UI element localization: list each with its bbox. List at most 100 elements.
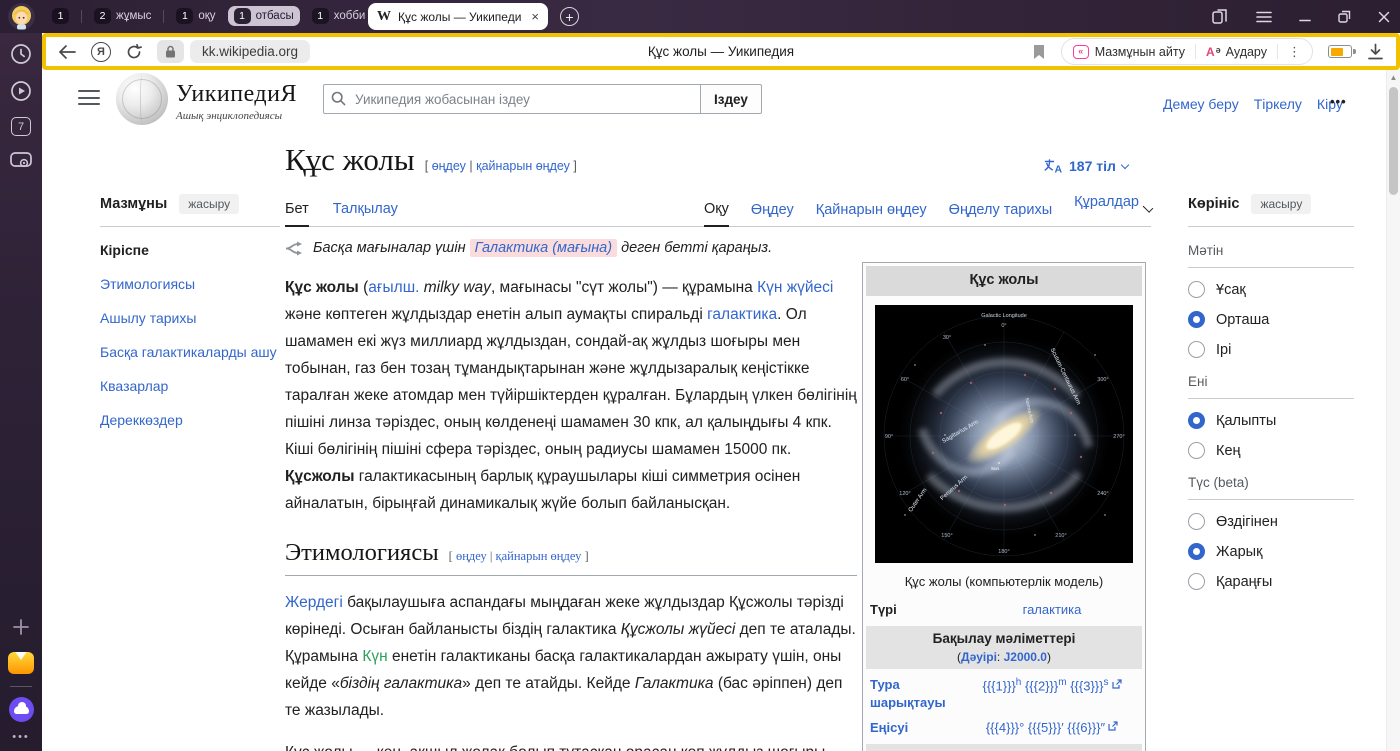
yandex-disk-icon[interactable] — [9, 697, 34, 722]
tab-history[interactable]: Өңделу тарихы — [949, 202, 1052, 226]
play-media-icon[interactable] — [10, 80, 32, 102]
tab-group-study[interactable]: 1 оқу — [170, 6, 221, 26]
minimize-icon[interactable] — [1299, 11, 1311, 23]
read-aloud-button[interactable]: « Мазмұнын айту — [1073, 45, 1185, 59]
download-icon[interactable] — [1367, 43, 1384, 60]
infobox-row-ra: Тура шарықтауы {{{1}}}h {{{2}}}m {{{3}}}… — [866, 672, 1142, 715]
wikipedia-page: УикипедиЯ Ашық энциклопедиясы Іздеу Деме… — [42, 70, 1400, 751]
hatnote-link[interactable]: Галактика (мағына) — [470, 239, 618, 257]
new-tab-button[interactable]: + — [560, 7, 579, 26]
history-clock-icon[interactable] — [10, 43, 32, 65]
close-window-icon[interactable] — [1378, 11, 1390, 23]
translate-icon: Аә — [1206, 45, 1221, 59]
radio-icon-checked — [1188, 311, 1205, 328]
radio-option-light[interactable]: Жарық — [1188, 543, 1354, 560]
translate-button[interactable]: Аә Аудару — [1206, 45, 1267, 59]
toc-item: Ашылу тарихы — [100, 308, 280, 329]
wikipedia-wordmark[interactable]: УикипедиЯ Ашық энциклопедиясы — [176, 81, 297, 122]
language-selector[interactable]: A 187 тіл — [1044, 158, 1128, 174]
wiki-link-green[interactable]: Күн — [362, 648, 387, 665]
edit-source-link[interactable]: қайнарын өңдеу — [476, 159, 570, 173]
radio-option-standard[interactable]: Қалыпты — [1188, 412, 1354, 429]
register-link[interactable]: Тіркелу — [1254, 96, 1302, 112]
search-input[interactable] — [323, 84, 701, 114]
tab-tools[interactable]: Құралдар — [1074, 194, 1151, 226]
wikipedia-logo[interactable] — [116, 73, 168, 125]
tab-close-icon[interactable]: × — [531, 9, 539, 24]
bookmark-icon[interactable] — [1032, 44, 1046, 60]
tab-talk[interactable]: Талқылау — [333, 201, 398, 226]
type-value-link[interactable]: галактика — [1023, 602, 1082, 617]
tab-read[interactable]: Оқу — [704, 201, 729, 227]
header-more-button[interactable]: ••• — [1330, 94, 1347, 109]
wiki-link[interactable]: Жердегі — [285, 594, 343, 611]
edit-source-link[interactable]: қайнарын өңдеу — [496, 549, 582, 563]
toc-item-intro[interactable]: Кіріспе — [100, 240, 280, 261]
appearance-hide-button[interactable]: жасыру — [1251, 194, 1311, 214]
donate-link[interactable]: Демеу беру — [1163, 96, 1239, 112]
epoch-value-link[interactable]: J2000.0 — [1004, 650, 1047, 664]
edit-link[interactable]: өңдеу — [432, 159, 466, 173]
lead-paragraph: Құс жолы (ағылш. milky way, мағынасы "сү… — [285, 274, 857, 517]
wiki-link[interactable]: ағылш. — [368, 279, 419, 296]
tab-group-1[interactable]: 1 — [46, 6, 75, 26]
tab-group-work[interactable]: 2 жұмыс — [88, 6, 157, 26]
active-tab[interactable]: W Құс жолы — Уикипеди × — [368, 3, 548, 30]
svg-text:30°: 30° — [943, 335, 951, 341]
wikipedia-favicon: W — [377, 9, 391, 25]
yandex-search-icon[interactable]: Я — [91, 42, 111, 62]
radio-option-wide[interactable]: Кең — [1188, 442, 1354, 459]
site-security-badge[interactable] — [157, 40, 184, 63]
add-panel-icon[interactable] — [11, 617, 31, 637]
radio-option-small[interactable]: Ұсақ — [1188, 281, 1354, 298]
avatar-girl-icon — [8, 3, 35, 30]
wiki-link[interactable]: галактика — [707, 306, 777, 323]
restore-window-icon[interactable] — [1338, 10, 1351, 23]
ra-label-link[interactable]: Тура шарықтауы — [870, 676, 962, 711]
text-span: » деп те атайды. Кейде — [462, 675, 635, 692]
toc-item: Этимологиясы — [100, 274, 280, 295]
radio-option-large[interactable]: Ірі — [1188, 341, 1354, 358]
tab-edit-source[interactable]: Қайнарын өңдеу — [816, 202, 927, 226]
page-scrollbar[interactable]: ▲ — [1386, 70, 1400, 751]
side-panels-icon[interactable] — [1212, 9, 1229, 24]
text-span: Құсжолы жүйесі — [621, 621, 736, 638]
radio-icon-checked — [1188, 543, 1205, 560]
wiki-menu-icon[interactable] — [78, 90, 100, 106]
url-display[interactable]: kk.wikipedia.org — [190, 40, 310, 63]
tab-group-count: 1 — [234, 8, 251, 24]
toc-hide-button[interactable]: жасыру — [179, 194, 239, 214]
svg-text:180°: 180° — [998, 549, 1009, 555]
wiki-link[interactable]: Күн жүйесі — [757, 279, 833, 296]
menu-icon[interactable] — [1256, 11, 1272, 23]
radio-option-dark[interactable]: Қараңғы — [1188, 573, 1354, 590]
svg-text:90°: 90° — [885, 434, 893, 440]
back-icon[interactable] — [58, 45, 76, 59]
profile-avatar[interactable] — [8, 3, 35, 30]
tabs-counter-button[interactable]: 7 — [11, 117, 31, 136]
pill-divider — [1195, 44, 1196, 59]
search-button[interactable]: Іздеу — [700, 84, 762, 114]
read-aloud-icon: « — [1073, 45, 1089, 59]
wiki-header-links: Демеу беру Тіркелу Кіру — [1163, 96, 1343, 112]
screencast-icon[interactable] — [9, 151, 33, 171]
reload-icon[interactable] — [126, 44, 142, 60]
scrollbar-thumb[interactable] — [1389, 87, 1398, 195]
text-size-section-label: Мәтін — [1188, 243, 1354, 268]
tab-page[interactable]: Бет — [285, 201, 309, 227]
edit-link[interactable]: өңдеу — [456, 549, 487, 563]
scrollbar-up-arrow[interactable]: ▲ — [1387, 70, 1400, 85]
kebab-menu-icon[interactable]: ⋮ — [1288, 44, 1301, 60]
tab-edit[interactable]: Өңдеу — [751, 202, 794, 226]
radio-icon — [1188, 281, 1205, 298]
rail-more-button[interactable]: ••• — [12, 731, 30, 743]
tab-group-family-active[interactable]: 1 отбасы — [228, 6, 300, 26]
galaxy-image[interactable]: Galactic Longitude 0° 30° 60° 90° 120° 1… — [875, 305, 1133, 563]
radio-option-medium[interactable]: Орташа — [1188, 311, 1354, 328]
battery-indicator[interactable] — [1328, 45, 1352, 58]
translate-label: Аудару — [1226, 45, 1267, 59]
dec-label-link[interactable]: Еңісуі — [870, 719, 962, 737]
yandex-mail-icon[interactable] — [8, 652, 34, 674]
epoch-link[interactable]: Дәуірі — [961, 650, 997, 664]
radio-option-automatic[interactable]: Өздігінен — [1188, 513, 1354, 530]
